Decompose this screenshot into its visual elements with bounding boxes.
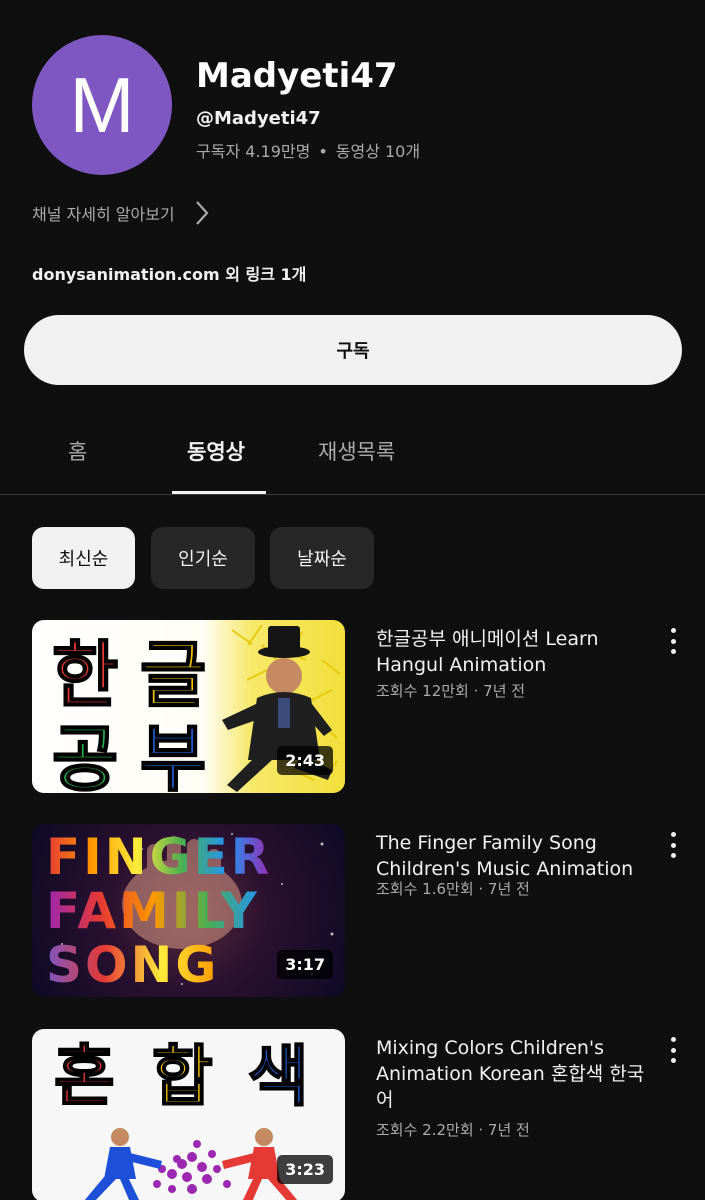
video-title[interactable]: The Finger Family Song Children's Music …: [376, 830, 648, 882]
filter-chip-date[interactable]: 날짜순: [270, 527, 374, 589]
subscriber-count: 구독자 4.19만명: [196, 142, 311, 161]
video-thumbnail[interactable]: 혼 합 색 3:23: [32, 1029, 345, 1200]
subscribe-button[interactable]: 구독: [24, 315, 682, 385]
avatar-letter: M: [69, 61, 135, 149]
filter-chip-latest[interactable]: 최신순: [32, 527, 135, 589]
video-meta: 조회수 12만회 · 7년 전: [376, 682, 526, 700]
video-duration: 2:43: [277, 746, 333, 775]
tab-videos[interactable]: 동영상: [187, 436, 245, 466]
active-tab-indicator: [172, 491, 266, 494]
video-duration: 3:23: [277, 1155, 333, 1184]
video-item[interactable]: FINGER FAMILY SONG 3:17 The Finger Famil…: [32, 824, 682, 1004]
thumb-char: 합: [151, 1037, 214, 1116]
tab-home[interactable]: 홈: [68, 436, 87, 466]
video-thumbnail[interactable]: FINGER FAMILY SONG 3:17: [32, 824, 345, 997]
channel-avatar[interactable]: M: [32, 35, 172, 175]
video-count: 동영상 10개: [335, 142, 421, 161]
tab-playlists[interactable]: 재생목록: [318, 436, 395, 466]
video-title[interactable]: 한글공부 애니메이션 Learn Hangul Animation: [376, 626, 648, 678]
thumb-char: 색: [247, 1037, 310, 1116]
video-meta: 조회수 2.2만회 · 7년 전: [376, 1121, 530, 1139]
channel-stats: 구독자 4.19만명 • 동영상 10개: [196, 138, 420, 162]
more-options-icon[interactable]: [666, 832, 680, 858]
channel-tabs: 홈 동영상 재생목록: [0, 420, 705, 495]
thumb-char: 혼: [53, 1037, 116, 1116]
thumb-char: 부: [139, 716, 207, 793]
video-thumbnail[interactable]: 한 글 공 부 2:43: [32, 620, 345, 793]
filter-chip-popular[interactable]: 인기순: [151, 527, 255, 589]
video-meta: 조회수 1.6만회 · 7년 전: [376, 880, 530, 898]
channel-handle: @Madyeti47: [196, 108, 321, 129]
video-duration: 3:17: [277, 950, 333, 979]
thumb-char: 공: [51, 716, 119, 793]
thumb-word: SONG: [46, 936, 220, 994]
channel-about-link[interactable]: 채널 자세히 알아보기: [32, 200, 209, 226]
channel-links[interactable]: donysanimation.com 외 링크 1개: [32, 261, 306, 285]
video-item[interactable]: 한 글 공 부 2:43 한글공부 애니메이션 Learn Hangul Ani…: [32, 620, 682, 800]
channel-name: Madyeti47: [196, 56, 398, 96]
more-options-icon[interactable]: [666, 628, 680, 654]
chevron-right-icon: [195, 201, 209, 225]
thumb-word: FINGER: [46, 828, 273, 886]
about-label: 채널 자세히 알아보기: [32, 205, 175, 224]
video-item[interactable]: 혼 합 색 3:23 Mixing Colors Children's Anim…: [32, 1029, 682, 1200]
video-title[interactable]: Mixing Colors Children's Animation Korea…: [376, 1035, 648, 1113]
stats-separator: •: [318, 142, 328, 161]
thumb-word: FAMILY: [46, 882, 260, 940]
more-options-icon[interactable]: [666, 1037, 680, 1063]
